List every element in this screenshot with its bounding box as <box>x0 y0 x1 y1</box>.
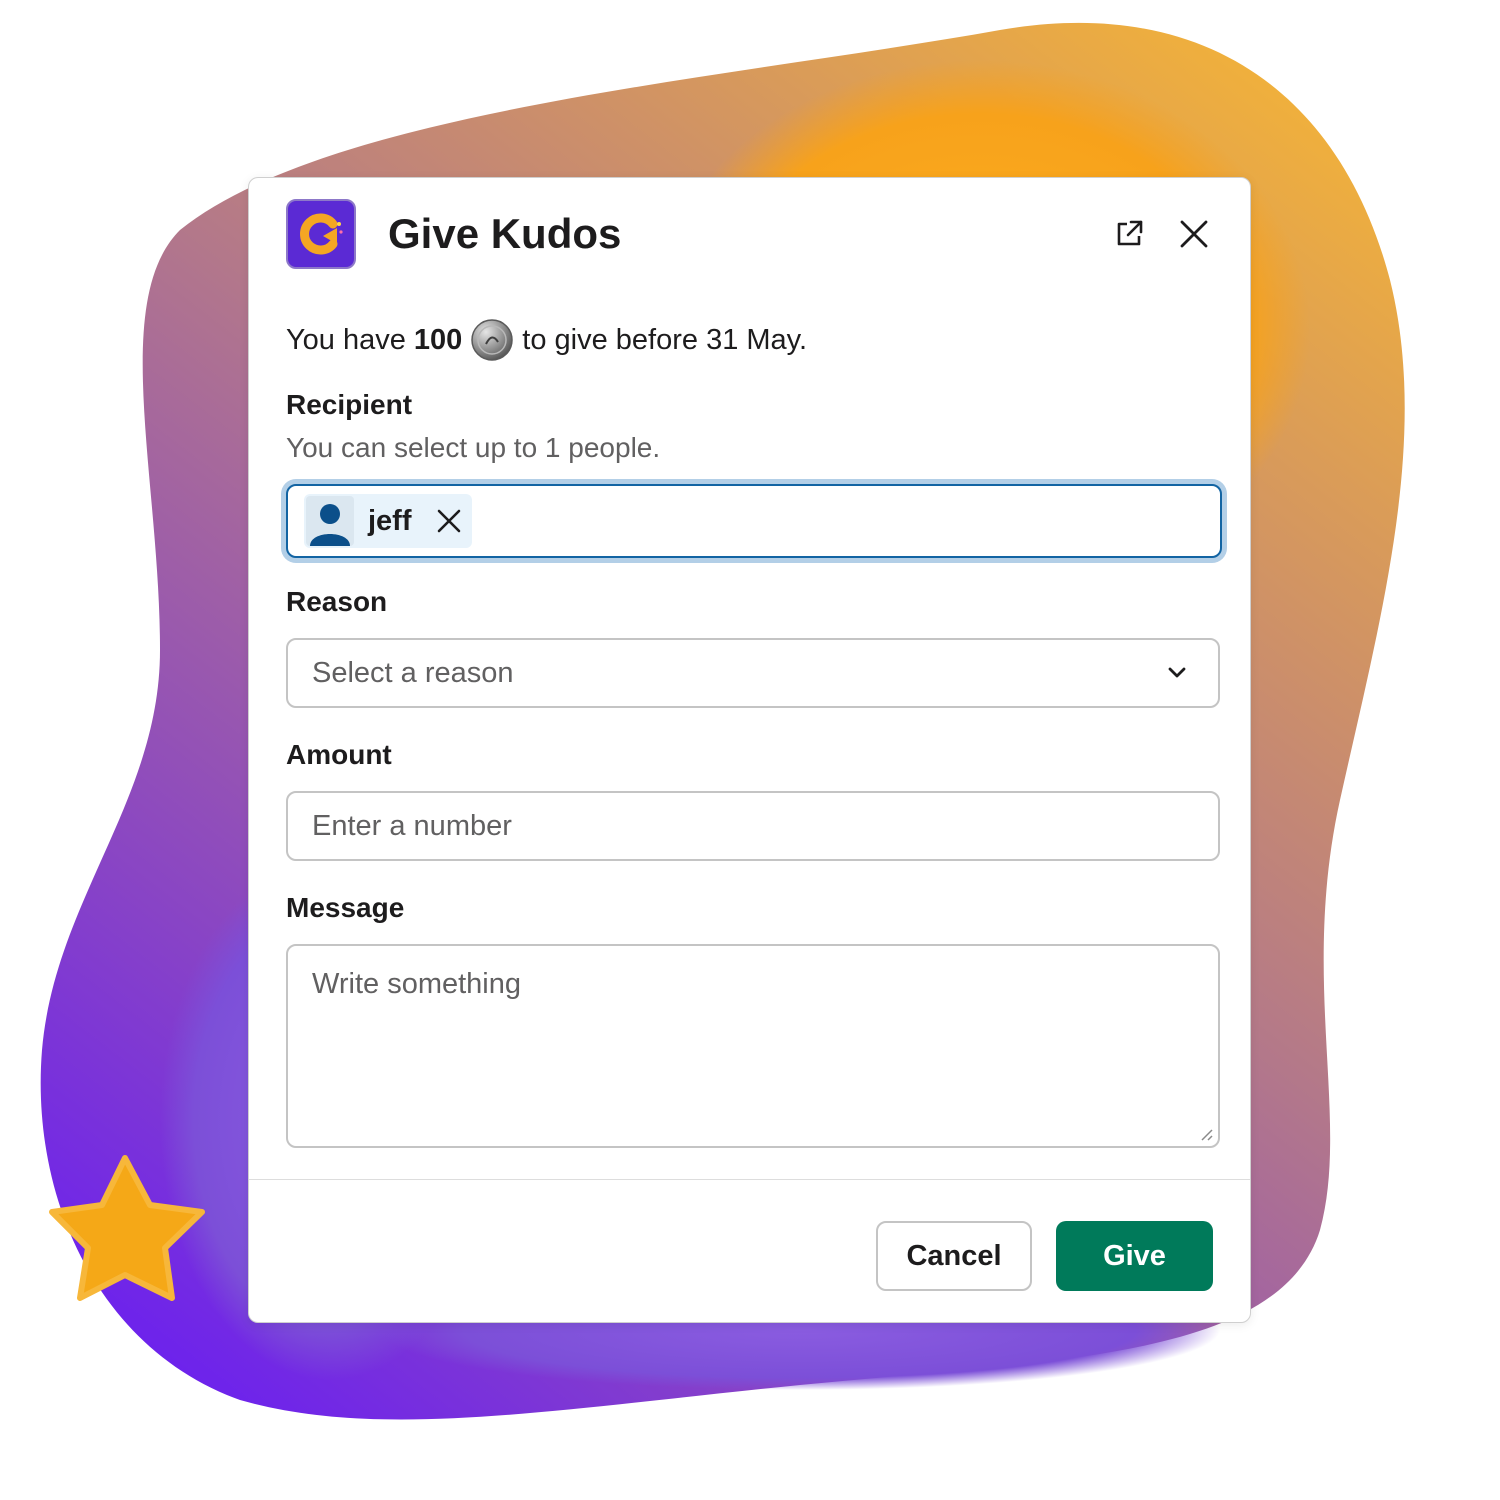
cancel-button[interactable]: Cancel <box>876 1221 1032 1291</box>
balance-suffix: to give before 31 May. <box>522 324 808 356</box>
footer-divider <box>249 1179 1250 1180</box>
recipient-chip-name: jeff <box>368 504 412 537</box>
balance-prefix: You have <box>286 324 406 356</box>
recipient-chip: jeff <box>304 494 472 548</box>
give-kudos-dialog: Give Kudos You have 100 to give before 3… <box>248 177 1251 1323</box>
resize-handle-icon[interactable] <box>1198 1126 1214 1142</box>
external-link-icon[interactable] <box>1109 214 1149 254</box>
reason-select[interactable]: Select a reason <box>286 638 1220 708</box>
reason-label: Reason <box>286 586 388 617</box>
coin-icon <box>471 319 514 361</box>
chevron-down-icon <box>1168 667 1186 678</box>
amount-label: Amount <box>286 739 392 770</box>
give-button[interactable]: Give <box>1056 1221 1213 1291</box>
reason-placeholder: Select a reason <box>312 657 514 689</box>
remove-icon[interactable] <box>434 506 464 536</box>
balance-text: You have 100 to give before 31 May. <box>286 318 807 362</box>
recipient-select[interactable]: jeff <box>286 484 1222 558</box>
message-textarea[interactable]: Write something <box>286 944 1220 1148</box>
kudos-app-icon <box>286 199 356 269</box>
amount-input[interactable]: Enter a number <box>286 791 1220 861</box>
dialog-title: Give Kudos <box>388 210 622 257</box>
user-avatar-icon <box>306 496 354 546</box>
amount-placeholder: Enter a number <box>312 810 512 842</box>
balance-amount: 100 <box>413 324 463 356</box>
close-icon[interactable] <box>1174 214 1214 254</box>
message-label: Message <box>286 892 405 923</box>
recipient-label: Recipient <box>286 389 413 420</box>
message-placeholder: Write something <box>312 968 521 1000</box>
recipient-hint: You can select up to 1 people. <box>286 432 661 463</box>
